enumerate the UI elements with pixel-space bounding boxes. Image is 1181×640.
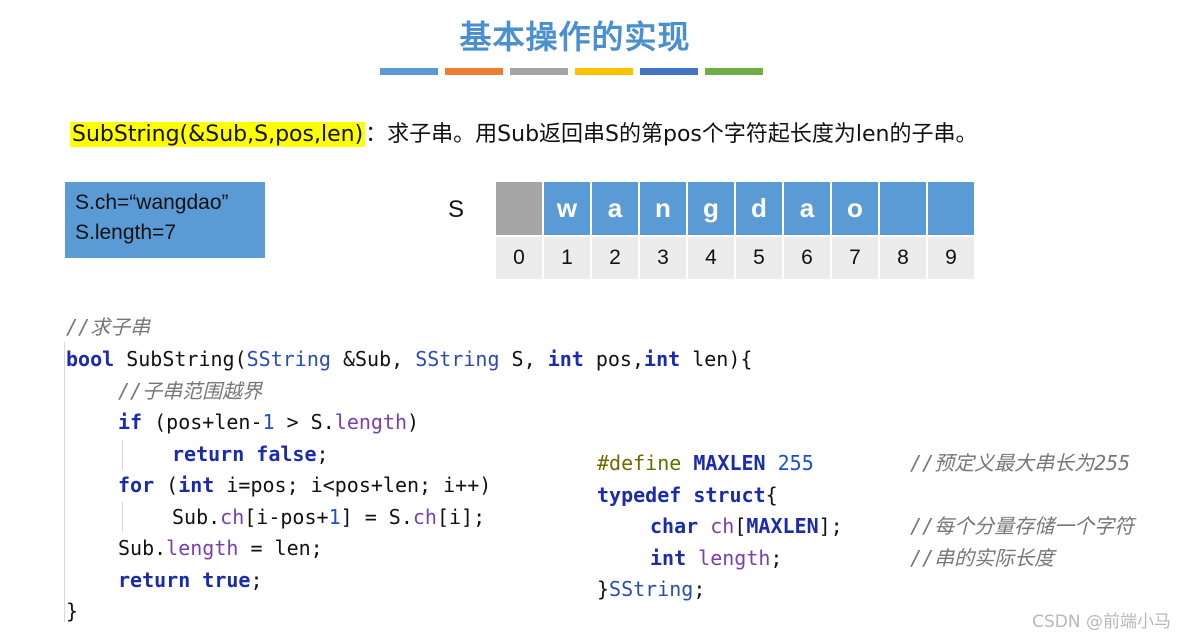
- title-bar-1: [380, 68, 438, 75]
- code-line: int length;: [650, 546, 783, 570]
- array-label: S: [448, 196, 465, 223]
- code-line: }: [66, 599, 79, 623]
- code-comment: //每个分量存储一个字符: [910, 514, 1135, 538]
- array-cell: w: [544, 182, 591, 235]
- indent-guide: [64, 342, 65, 622]
- array-cell: n: [640, 182, 687, 235]
- array-index: 9: [928, 237, 975, 279]
- array-index: 4: [688, 237, 735, 279]
- code-comment: //预定义最大串长为255: [910, 451, 1131, 475]
- array-index: 5: [736, 237, 783, 279]
- array-index: 7: [832, 237, 879, 279]
- indent-guide: [122, 502, 123, 532]
- function-signature: SubString(&Sub,S,pos,len): [70, 122, 366, 147]
- code-line: Sub.length = len;: [118, 536, 323, 560]
- title-bar-3: [510, 68, 568, 75]
- code-line: return false;: [172, 442, 329, 466]
- indent-guide: [122, 440, 123, 470]
- code-line: char ch[MAXLEN];: [650, 514, 843, 538]
- string-info-box: S.ch=“wangdao” S.length=7: [65, 182, 265, 258]
- code-line: Sub.ch[i-pos+1] = S.ch[i];: [172, 505, 486, 529]
- array-cell: a: [784, 182, 831, 235]
- array-cell: g: [688, 182, 735, 235]
- array-index: 8: [880, 237, 927, 279]
- code-line: bool SubString(SString &Sub, SString S, …: [66, 347, 753, 371]
- code-line: //求子串: [66, 315, 151, 339]
- code-line: for (int i=pos; i<pos+len; i++): [118, 473, 492, 497]
- function-description: SubString(&Sub,S,pos,len)：求子串。用Sub返回串S的第…: [70, 118, 977, 152]
- code-line: //子串范围越界: [118, 379, 263, 403]
- array-index: 0: [496, 237, 543, 279]
- code-line: typedef struct{: [597, 483, 778, 507]
- title-bar-6: [705, 68, 763, 75]
- title-bar-2: [445, 68, 503, 75]
- info-ch: S.ch=“wangdao”: [75, 191, 229, 214]
- watermark: CSDN @前端小马: [1032, 612, 1171, 632]
- array-index: 2: [592, 237, 639, 279]
- code-line: }SString;: [597, 577, 706, 601]
- code-line: return true;: [118, 568, 263, 592]
- array-cell: a: [592, 182, 639, 235]
- code-comment: //串的实际长度: [910, 546, 1055, 570]
- code-line: if (pos+len-1 > S.length): [118, 410, 420, 434]
- info-length: S.length=7: [75, 221, 177, 244]
- code-line: #define MAXLEN 255: [597, 451, 814, 475]
- array-cell: [496, 182, 543, 235]
- title-bar-5: [640, 68, 698, 75]
- array-index: 1: [544, 237, 591, 279]
- slide-title: 基本操作的实现: [459, 18, 691, 56]
- array-cell: o: [832, 182, 879, 235]
- title-bar-4: [575, 68, 633, 75]
- array-cell: [928, 182, 975, 235]
- array-cell: [880, 182, 927, 235]
- description-text: ：求子串。用Sub返回串S的第pos个字符起长度为len的子串。: [365, 122, 978, 147]
- array-cell: d: [736, 182, 783, 235]
- array-index: 3: [640, 237, 687, 279]
- array-index: 6: [784, 237, 831, 279]
